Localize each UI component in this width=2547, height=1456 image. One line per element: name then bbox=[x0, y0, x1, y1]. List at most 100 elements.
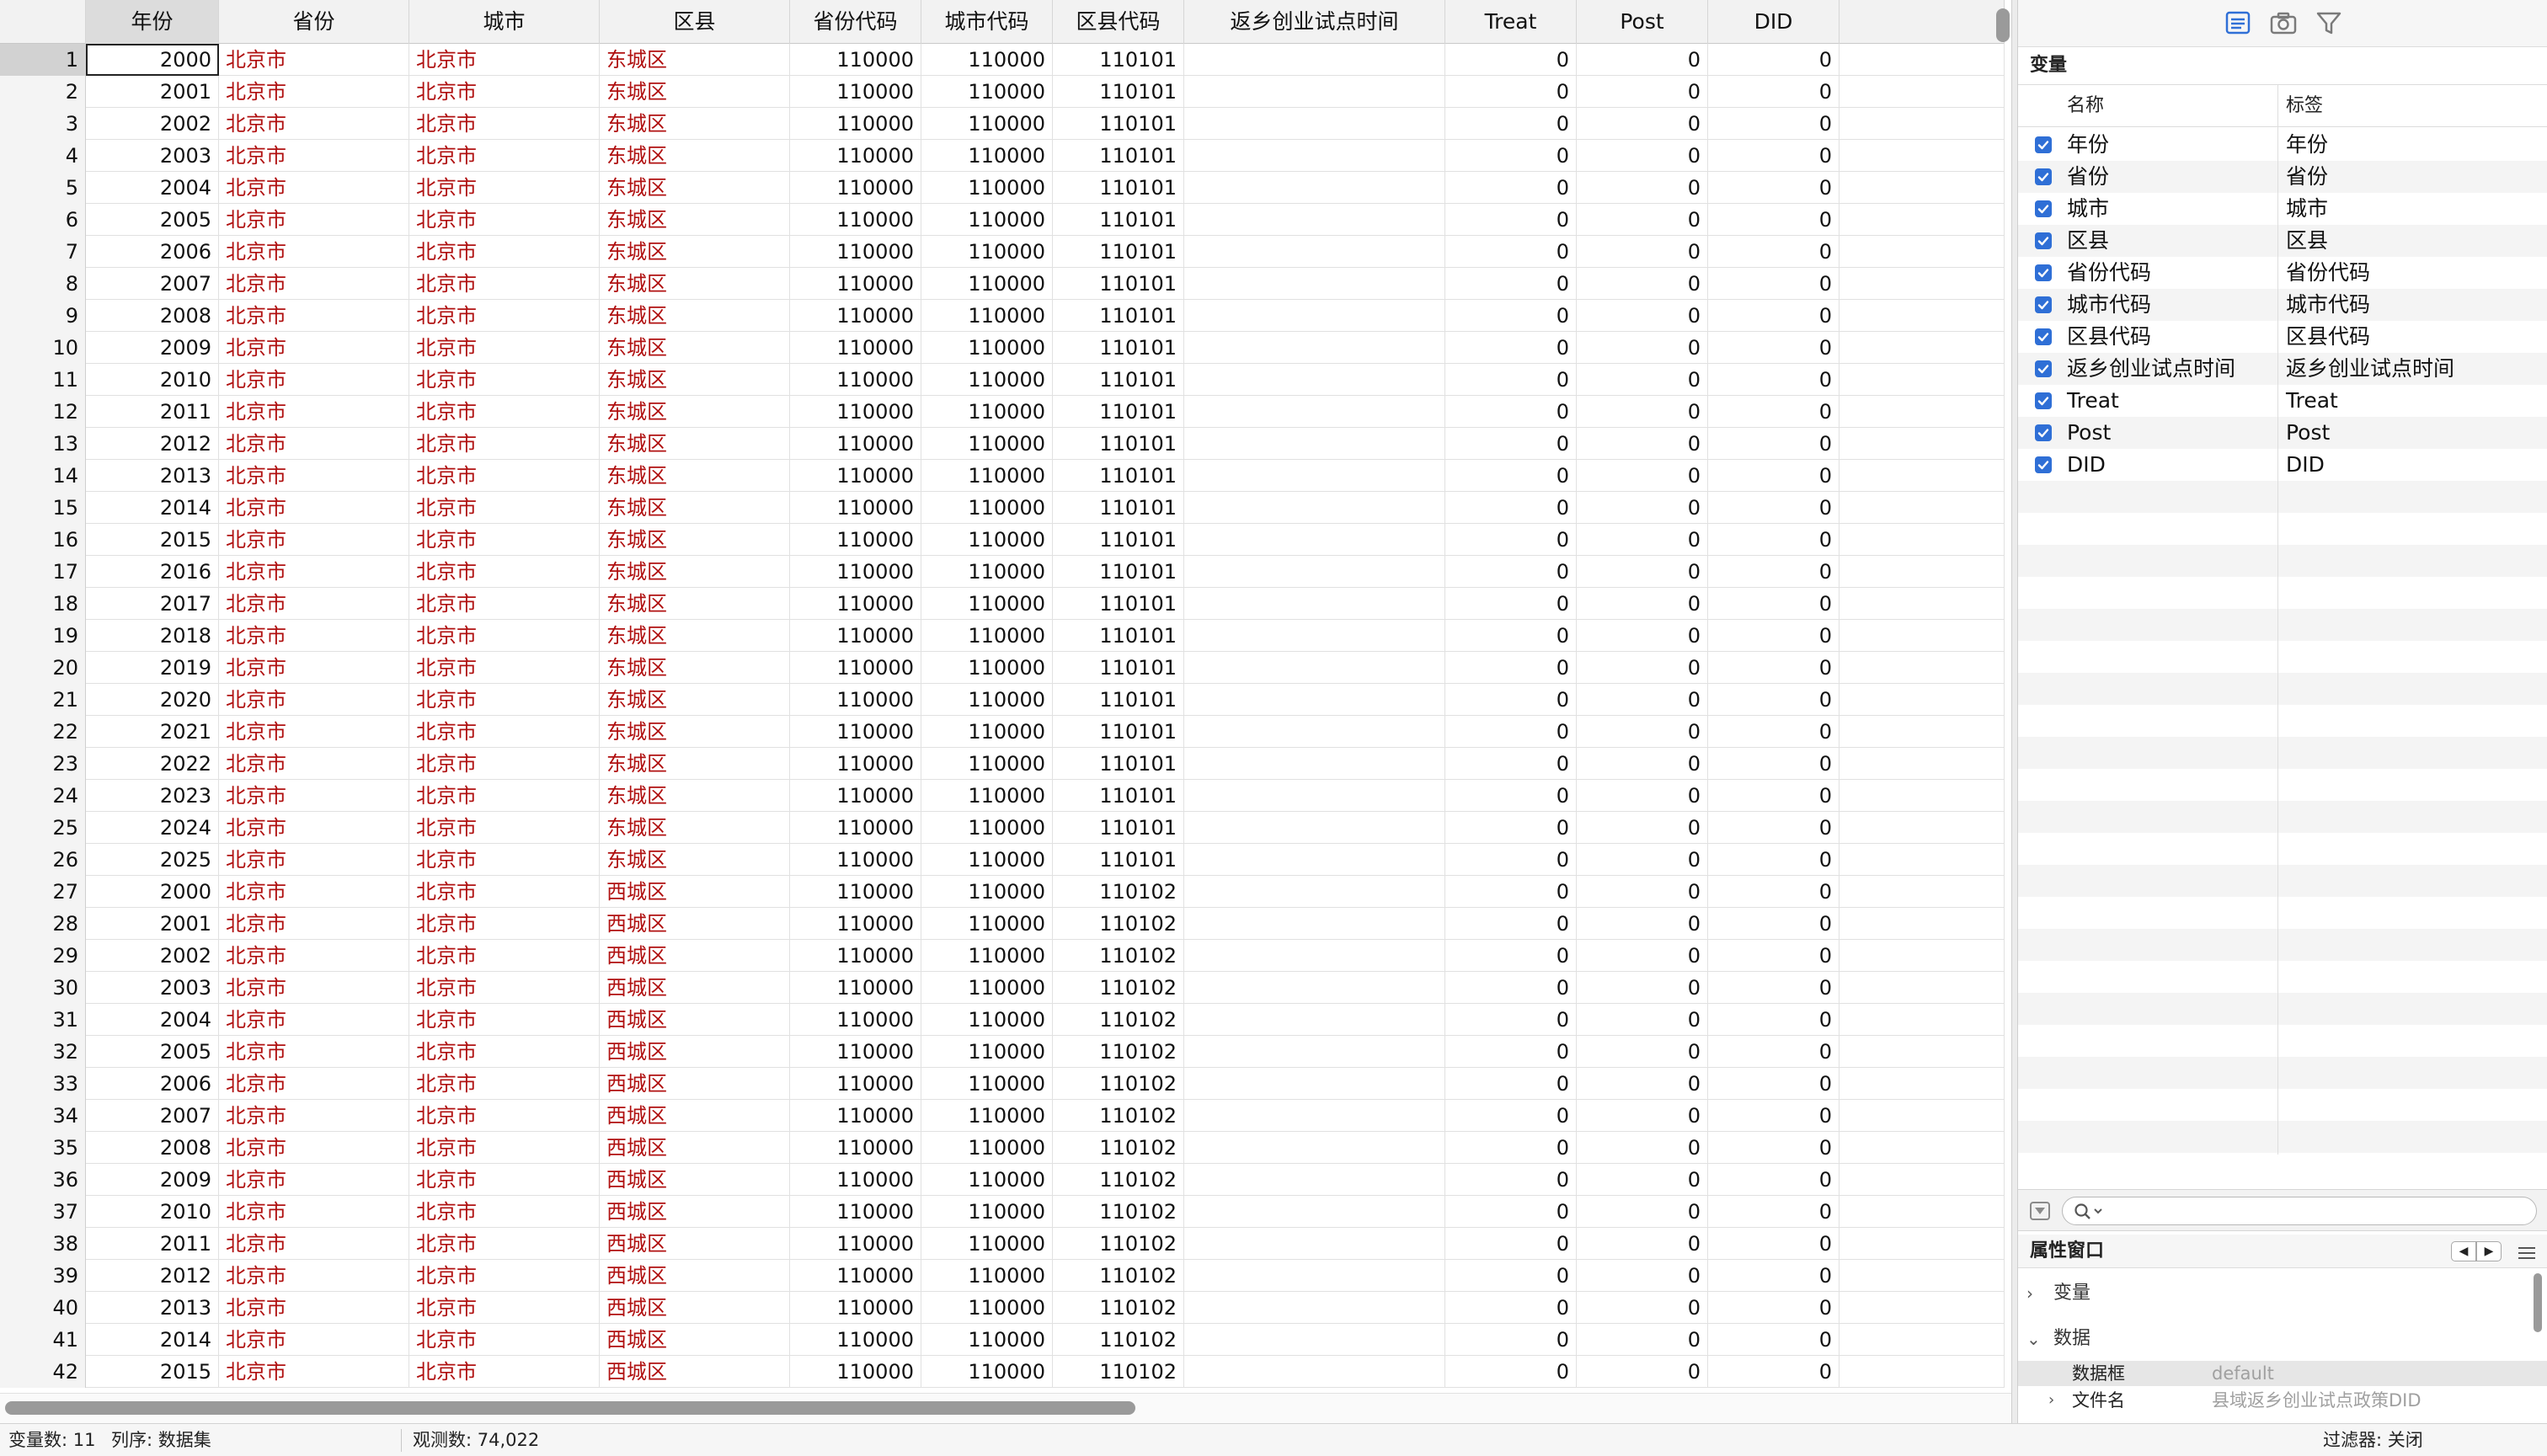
cell-province[interactable]: 北京市 bbox=[219, 1100, 409, 1132]
cell-year[interactable]: 2001 bbox=[86, 76, 219, 108]
table-row[interactable]: 24 2023 北京市 北京市 东城区 110000 110000 110101 0 0 0 bbox=[0, 780, 2005, 812]
cell-province[interactable]: 北京市 bbox=[219, 556, 409, 588]
table-row[interactable]: 16 2015 北京市 北京市 东城区 110000 110000 110101 0 0 0 bbox=[0, 524, 2005, 556]
variable-checkbox[interactable] bbox=[2035, 296, 2052, 313]
cell-pcode[interactable]: 110000 bbox=[790, 908, 921, 940]
cell-pcode[interactable]: 110000 bbox=[790, 428, 921, 460]
cell-county[interactable]: 东城区 bbox=[600, 204, 790, 236]
row-number[interactable]: 18 bbox=[0, 588, 86, 620]
cell-ccode[interactable]: 110000 bbox=[921, 1260, 1053, 1292]
cell-county[interactable]: 东城区 bbox=[600, 748, 790, 780]
cell-treat[interactable]: 0 bbox=[1445, 172, 1577, 204]
cell-did[interactable]: 0 bbox=[1708, 1356, 1840, 1388]
table-row[interactable]: 37 2010 北京市 北京市 西城区 110000 110000 110102 0 0 0 bbox=[0, 1196, 2005, 1228]
cell-province[interactable]: 北京市 bbox=[219, 524, 409, 556]
cell-county[interactable]: 东城区 bbox=[600, 268, 790, 300]
table-row[interactable]: 42 2015 北京市 北京市 西城区 110000 110000 110102 0 0 0 bbox=[0, 1356, 2005, 1388]
row-number[interactable]: 24 bbox=[0, 780, 86, 812]
cell-province[interactable]: 北京市 bbox=[219, 396, 409, 428]
cell-did[interactable]: 0 bbox=[1708, 812, 1840, 844]
table-row[interactable]: 31 2004 北京市 北京市 西城区 110000 110000 110102 0 0 0 bbox=[0, 1004, 2005, 1036]
cell-year[interactable]: 2024 bbox=[86, 812, 219, 844]
variable-checkbox[interactable] bbox=[2035, 328, 2052, 345]
row-number[interactable]: 41 bbox=[0, 1324, 86, 1356]
cell-pcode[interactable]: 110000 bbox=[790, 44, 921, 76]
cell-pilot[interactable] bbox=[1184, 76, 1445, 108]
cell-dcode[interactable]: 110102 bbox=[1053, 876, 1184, 908]
table-row[interactable]: 8 2007 北京市 北京市 东城区 110000 110000 110101 0 0 0 bbox=[0, 268, 2005, 300]
table-row[interactable]: 7 2006 北京市 北京市 东城区 110000 110000 110101 0 0 0 bbox=[0, 236, 2005, 268]
cell-county[interactable]: 东城区 bbox=[600, 556, 790, 588]
column-header-pcode[interactable]: 省份代码 bbox=[790, 0, 921, 44]
cell-pilot[interactable] bbox=[1184, 684, 1445, 716]
cell-county[interactable]: 西城区 bbox=[600, 1036, 790, 1068]
table-row[interactable]: 22 2021 北京市 北京市 东城区 110000 110000 110101 0 0 0 bbox=[0, 716, 2005, 748]
cell-county[interactable]: 东城区 bbox=[600, 812, 790, 844]
cell-county[interactable]: 西城区 bbox=[600, 1164, 790, 1196]
cell-pcode[interactable]: 110000 bbox=[790, 940, 921, 972]
column-header-province[interactable]: 省份 bbox=[219, 0, 409, 44]
table-row[interactable]: 20 2019 北京市 北京市 东城区 110000 110000 110101 0 0 0 bbox=[0, 652, 2005, 684]
cell-did[interactable]: 0 bbox=[1708, 620, 1840, 652]
cell-treat[interactable]: 0 bbox=[1445, 76, 1577, 108]
cell-did[interactable]: 0 bbox=[1708, 1324, 1840, 1356]
table-row[interactable]: 30 2003 北京市 北京市 西城区 110000 110000 110102 0 0 0 bbox=[0, 972, 2005, 1004]
row-number[interactable]: 1 bbox=[0, 44, 86, 76]
cell-treat[interactable]: 0 bbox=[1445, 1324, 1577, 1356]
cell-post[interactable]: 0 bbox=[1577, 364, 1708, 396]
table-row[interactable]: 34 2007 北京市 北京市 西城区 110000 110000 110102 0 0 0 bbox=[0, 1100, 2005, 1132]
cell-ccode[interactable]: 110000 bbox=[921, 684, 1053, 716]
table-row[interactable]: 26 2025 北京市 北京市 东城区 110000 110000 110101 0 0 0 bbox=[0, 844, 2005, 876]
cell-pcode[interactable]: 110000 bbox=[790, 812, 921, 844]
cell-did[interactable]: 0 bbox=[1708, 748, 1840, 780]
cell-pcode[interactable]: 110000 bbox=[790, 1260, 921, 1292]
cell-city[interactable]: 北京市 bbox=[409, 780, 600, 812]
variables-name-column-header[interactable]: 名称 bbox=[2067, 85, 2104, 127]
cell-pilot[interactable] bbox=[1184, 492, 1445, 524]
cell-year[interactable]: 2006 bbox=[86, 1068, 219, 1100]
cell-did[interactable]: 0 bbox=[1708, 556, 1840, 588]
cell-pcode[interactable]: 110000 bbox=[790, 1228, 921, 1260]
row-number[interactable]: 31 bbox=[0, 1004, 86, 1036]
cell-province[interactable]: 北京市 bbox=[219, 940, 409, 972]
cell-ccode[interactable]: 110000 bbox=[921, 780, 1053, 812]
cell-year[interactable]: 2000 bbox=[86, 876, 219, 908]
cell-city[interactable]: 北京市 bbox=[409, 396, 600, 428]
cell-province[interactable]: 北京市 bbox=[219, 1292, 409, 1324]
cell-ccode[interactable]: 110000 bbox=[921, 1164, 1053, 1196]
cell-did[interactable]: 0 bbox=[1708, 1292, 1840, 1324]
cell-pilot[interactable] bbox=[1184, 524, 1445, 556]
cell-county[interactable]: 东城区 bbox=[600, 140, 790, 172]
cell-dcode[interactable]: 110101 bbox=[1053, 556, 1184, 588]
cell-pcode[interactable]: 110000 bbox=[790, 748, 921, 780]
cell-year[interactable]: 2008 bbox=[86, 1132, 219, 1164]
cell-city[interactable]: 北京市 bbox=[409, 76, 600, 108]
table-row[interactable]: 2 2001 北京市 北京市 东城区 110000 110000 110101 0 0 0 bbox=[0, 76, 2005, 108]
cell-post[interactable]: 0 bbox=[1577, 812, 1708, 844]
cell-pilot[interactable] bbox=[1184, 172, 1445, 204]
data-rows[interactable]: 1 2000 北京市 北京市 东城区 110000 110000 110101 0 0 0 2 2001… bbox=[0, 44, 2005, 1391]
cell-city[interactable]: 北京市 bbox=[409, 812, 600, 844]
cell-did[interactable]: 0 bbox=[1708, 236, 1840, 268]
cell-did[interactable]: 0 bbox=[1708, 204, 1840, 236]
cell-ccode[interactable]: 110000 bbox=[921, 652, 1053, 684]
row-number[interactable]: 14 bbox=[0, 460, 86, 492]
cell-pcode[interactable]: 110000 bbox=[790, 76, 921, 108]
variable-row[interactable]: 区县代码 区县代码 bbox=[2018, 321, 2547, 353]
cell-pcode[interactable]: 110000 bbox=[790, 1196, 921, 1228]
cell-post[interactable]: 0 bbox=[1577, 876, 1708, 908]
cell-county[interactable]: 西城区 bbox=[600, 876, 790, 908]
cell-treat[interactable]: 0 bbox=[1445, 1164, 1577, 1196]
cell-treat[interactable]: 0 bbox=[1445, 684, 1577, 716]
cell-post[interactable]: 0 bbox=[1577, 332, 1708, 364]
table-row[interactable]: 12 2011 北京市 北京市 东城区 110000 110000 110101 0 0 0 bbox=[0, 396, 2005, 428]
row-number[interactable]: 25 bbox=[0, 812, 86, 844]
cell-county[interactable]: 东城区 bbox=[600, 300, 790, 332]
cell-province[interactable]: 北京市 bbox=[219, 108, 409, 140]
row-number[interactable]: 19 bbox=[0, 620, 86, 652]
cell-pcode[interactable]: 110000 bbox=[790, 556, 921, 588]
cell-did[interactable]: 0 bbox=[1708, 268, 1840, 300]
cell-ccode[interactable]: 110000 bbox=[921, 972, 1053, 1004]
cell-ccode[interactable]: 110000 bbox=[921, 140, 1053, 172]
cell-did[interactable]: 0 bbox=[1708, 76, 1840, 108]
